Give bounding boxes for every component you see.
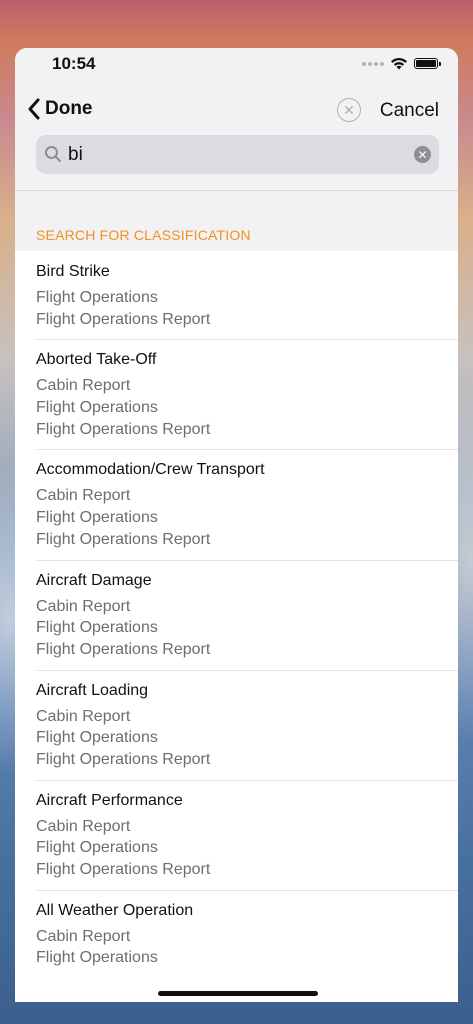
status-icons [362, 57, 441, 70]
list-item[interactable]: Aircraft Damage Cabin Report Flight Operat… [15, 559, 458, 670]
list-item-subtitle: Flight Operations [36, 839, 158, 857]
list-item-subtitle: Cabin Report [36, 707, 131, 725]
home-indicator [158, 991, 318, 996]
list-item-subtitle: Flight Operations Report [36, 750, 211, 768]
list-item[interactable]: Bird Strike Flight Operations Flight Opera… [15, 251, 458, 339]
list-item-title: Bird Strike [36, 263, 110, 280]
done-label: Done [45, 98, 93, 119]
battery-icon [414, 58, 441, 69]
list-item-subtitle: Cabin Report [36, 927, 131, 945]
list-item-subtitle: Flight Operations [36, 949, 158, 967]
list-item[interactable]: Aircraft Loading Cabin Report Flight Opera… [15, 669, 458, 780]
list-item-subtitle: Flight Operations [36, 399, 158, 417]
signal-dots-icon [362, 61, 384, 66]
search-bar[interactable]: ✕ [36, 135, 439, 174]
list-item-subtitle: Cabin Report [36, 817, 131, 835]
wifi-icon [391, 58, 407, 70]
cancel-button[interactable]: Cancel [380, 100, 439, 122]
section-header: SEARCH FOR CLASSIFICATION [36, 227, 251, 243]
list-item-subtitle: Flight Operations Report [36, 861, 211, 878]
list-item-subtitle: Flight Operations [36, 619, 158, 637]
list-item-subtitle: Flight Operations [36, 729, 158, 747]
classification-sheet: 10:54 Done ✕ Cancel ✕ [15, 48, 458, 1002]
list-item-subtitle: Cabin Report [36, 377, 131, 395]
list-item-subtitle: Cabin Report [36, 487, 131, 505]
done-button[interactable]: Done [27, 98, 93, 120]
list-item-title: Aircraft Performance [36, 791, 183, 809]
list-item-title: All Weather Operation [36, 901, 194, 919]
list-item-subtitle: Cabin Report [36, 597, 131, 615]
list-item-subtitle: Flight Operations [36, 509, 158, 527]
list-item[interactable]: Aborted Take-Off Cabin Report Flight Opera… [15, 339, 458, 449]
clear-icon[interactable]: ✕ [414, 146, 431, 163]
list-item[interactable]: Accommodation/Crew Transport Cabin Report… [15, 449, 458, 559]
list-item-title: Aircraft Damage [36, 571, 152, 589]
clear-circle-icon[interactable]: ✕ [337, 98, 361, 122]
results-list: Bird Strike Flight Operations Flight Opera… [15, 251, 458, 978]
list-item-title: Aborted Take-Off [36, 351, 157, 369]
list-item[interactable]: All Weather Operation Cabin Report Flight … [15, 889, 458, 978]
list-item-subtitle: Flight Operations Report [36, 420, 211, 438]
chevron-left-icon [28, 98, 40, 120]
search-input[interactable] [68, 135, 408, 174]
status-time: 10:54 [52, 54, 96, 73]
search-icon [45, 146, 61, 162]
list-item[interactable]: Aircraft Performance Cabin Report Flight O… [15, 779, 458, 890]
list-item-subtitle: Flight Operations [36, 289, 158, 306]
list-item-subtitle: Flight Operations Report [36, 530, 211, 548]
list-item-subtitle: Flight Operations Report [36, 310, 211, 328]
list-item-title: Accommodation/Crew Transport [36, 461, 265, 479]
nav-header: 10:54 Done ✕ Cancel ✕ [15, 48, 458, 191]
list-item-subtitle: Flight Operations Report [36, 640, 211, 658]
list-item-title: Aircraft Loading [36, 681, 149, 699]
